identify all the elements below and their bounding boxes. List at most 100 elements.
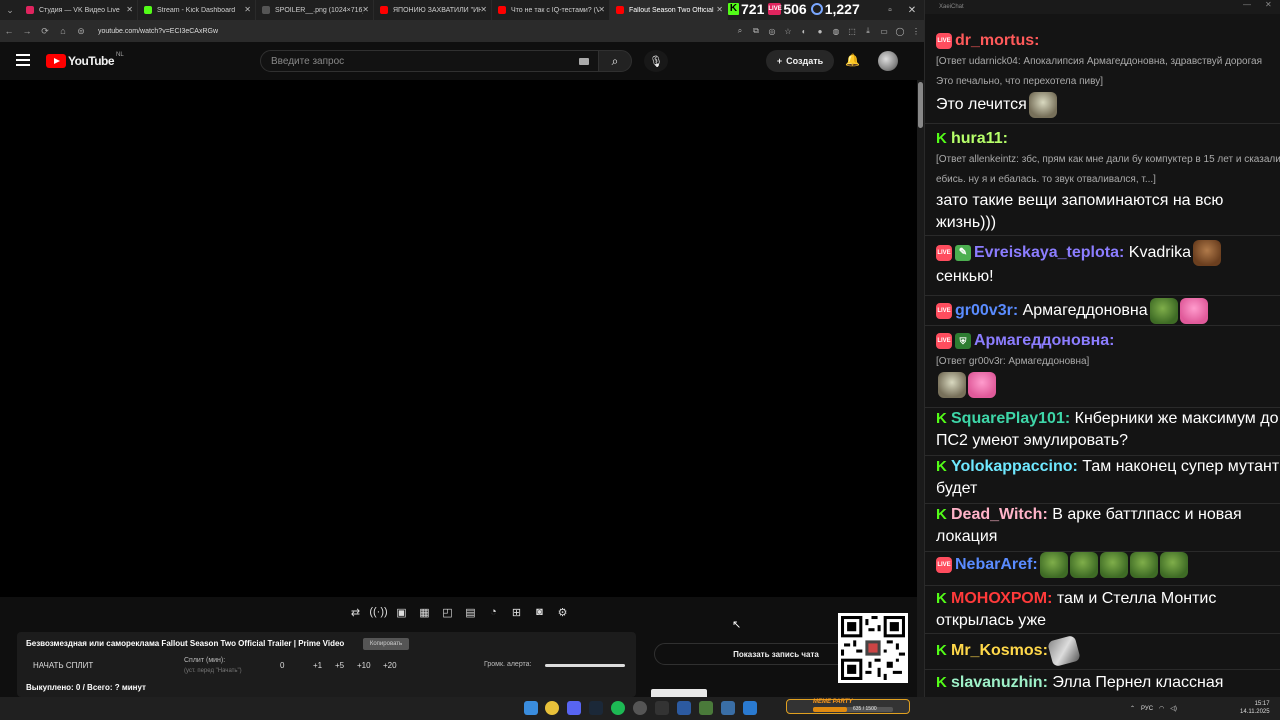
chat-message: LIVE gr00v3r: Армагеддоновна [925,298,1280,326]
close-icon[interactable]: ✕ [126,5,133,14]
youtube-header: YouTube NL Введите запрос ⌕ 🎙 + Создать 🔔 [0,42,917,80]
reply-quote: [Ответ udarnick04: Апокалипсия Армагеддо… [936,56,1263,87]
reload-icon[interactable]: ⟳ [36,26,54,37]
page-scrollbar[interactable] [917,80,924,697]
youtube-play-icon [46,54,66,68]
mail-icon[interactable] [743,701,757,715]
notifications-icon[interactable]: 🔔 [845,53,860,67]
vk-live-badge-icon: LIVE [936,303,952,319]
chat-message: Khura11: [Ответ allenkeintz: збс, прям к… [925,128,1280,236]
app-icon[interactable] [655,701,669,715]
puzzle-icon[interactable]: ⬚ [844,27,860,36]
url-field[interactable]: youtube.com/watch?v=ECI3eCAxRGw [98,28,732,35]
alert-volume-slider[interactable] [545,664,625,667]
close-icon[interactable]: ✕ [716,5,723,14]
create-button[interactable]: + Создать [766,50,834,72]
broadcast-icon[interactable]: ((·)) [369,603,388,621]
extension-icon[interactable]: ◐ [796,27,812,36]
chrome-icon[interactable] [545,701,559,715]
app-icon[interactable] [699,701,713,715]
picture-in-picture-icon[interactable]: ◰ [438,603,457,621]
clock[interactable]: 15:17 14.11.2025 [1240,700,1270,716]
profile-icon[interactable]: ◯ [892,27,908,36]
bookmark-star-icon[interactable]: ☆ [780,27,796,36]
start-split-button[interactable]: НАЧАТЬ СПЛИТ [33,661,93,670]
gear-icon[interactable]: ⚙ [553,603,572,621]
mic-icon[interactable]: 🎙 [644,50,668,72]
tray-chevron-icon[interactable]: ⌃ [1130,705,1135,712]
chat-close-button[interactable]: ✕ [1265,0,1272,9]
close-icon[interactable]: ✕ [480,5,487,14]
scroll-thumb[interactable] [918,82,923,128]
spotify-icon[interactable] [611,701,625,715]
copy-button[interactable]: Копировать [363,638,409,650]
discord-icon[interactable] [567,701,581,715]
keyboard-icon[interactable] [579,58,589,65]
tab-kick-dashboard[interactable]: Stream - Kick Dashboard ✕ [138,0,256,20]
sidebar-icon[interactable]: ▭ [876,27,892,36]
extension-icon[interactable]: ● [812,27,828,36]
tab-youtube-iq[interactable]: Что не так с IQ-тестами? (Ve ✕ [492,0,610,20]
translate-icon[interactable]: ◎ [764,27,780,36]
download-icon[interactable]: ⤓ [860,26,876,36]
loop-icon[interactable]: ⇄ [346,603,365,621]
volume-icon[interactable]: ◁) [1170,705,1177,712]
tab-youtube-fallout[interactable]: Fallout Season Two Official ✕ [610,0,728,20]
input-language[interactable]: РУС [1141,706,1153,712]
windows-start-icon[interactable] [524,701,538,715]
split-option[interactable]: +10 [357,661,371,670]
minimize-button[interactable]: ▫ [879,0,901,20]
chat-message: LIVE NebarAref: [925,552,1280,586]
tab-menu-icon[interactable]: ⌄ [0,0,20,20]
chat-app-title: XaeiChat [925,0,1280,14]
close-icon[interactable]: ✕ [244,5,251,14]
search-input[interactable]: Введите запрос [260,50,600,72]
close-icon[interactable]: ✕ [362,5,369,14]
partial-button[interactable] [651,689,707,697]
kick-badge-icon: K [936,409,947,427]
install-icon[interactable]: ⧉ [748,26,764,36]
youtube-icon [380,6,388,14]
back-icon[interactable]: ← [0,26,18,36]
youtube-logo[interactable]: YouTube NL [46,52,124,68]
site-info-icon[interactable]: ⊜ [72,26,90,37]
split-option[interactable]: +20 [383,661,397,670]
video-player[interactable] [0,80,917,597]
menu-icon[interactable] [16,54,30,66]
screen-icon[interactable]: ▤ [461,603,480,621]
tab-vk-studio[interactable]: Студия — VK Видео Live ✕ [20,0,138,20]
split-option[interactable]: +5 [335,661,344,670]
emote-icon [938,372,966,398]
app-icon[interactable] [677,701,691,715]
tab-youtube-japan[interactable]: ЯПОНИЮ ЗАХВАТИЛИ "ИНО ✕ [374,0,492,20]
split-option[interactable]: +1 [313,661,322,670]
wifi-icon[interactable]: ◠ [1159,705,1164,712]
screenshot-icon[interactable]: ◙ [530,603,549,621]
forward-icon[interactable]: → [18,26,36,36]
zoom-icon[interactable]: ⌕ [732,26,748,36]
steam-icon[interactable] [589,701,603,715]
chat-window: XaeiChat — ✕ LIVE dr_mortus: [Ответ udarn… [924,0,1280,697]
speed-icon[interactable]: ◔ [484,603,503,621]
obs-icon[interactable] [633,701,647,715]
emote-icon [1039,552,1068,578]
chat-message: K Dead_Witch: В арке баттлпасс и новая ло… [925,504,1280,552]
clapper-icon[interactable]: ▦ [415,603,434,621]
tab-spoiler-image[interactable]: SPOILER__.png (1024×716) ✕ [256,0,374,20]
avatar[interactable] [878,51,898,71]
app-icon[interactable] [721,701,735,715]
extension-icon[interactable]: ◍ [828,27,844,36]
home-icon[interactable]: ⌂ [54,26,72,36]
search-button[interactable]: ⌕ [598,50,632,72]
chat-message: K Yolokappaccino: Там наконец супер мутан… [925,456,1280,504]
system-tray: ⌃ РУС ◠ ◁) [1130,697,1177,720]
browser-window: ⌄ Студия — VK Видео Live ✕ Stream - Kick … [0,0,924,697]
split-option[interactable]: 0 [280,661,284,670]
moderator-shield-icon: ⛨ [955,332,971,349]
settings-icon[interactable]: ⋮ [908,27,924,36]
video-settings-icon[interactable]: ▣ [392,603,411,621]
add-icon[interactable]: ⊞ [507,603,526,621]
close-icon[interactable]: ✕ [598,5,605,14]
chat-minimize-button[interactable]: — [1243,0,1251,9]
close-window-button[interactable]: ✕ [901,0,923,20]
